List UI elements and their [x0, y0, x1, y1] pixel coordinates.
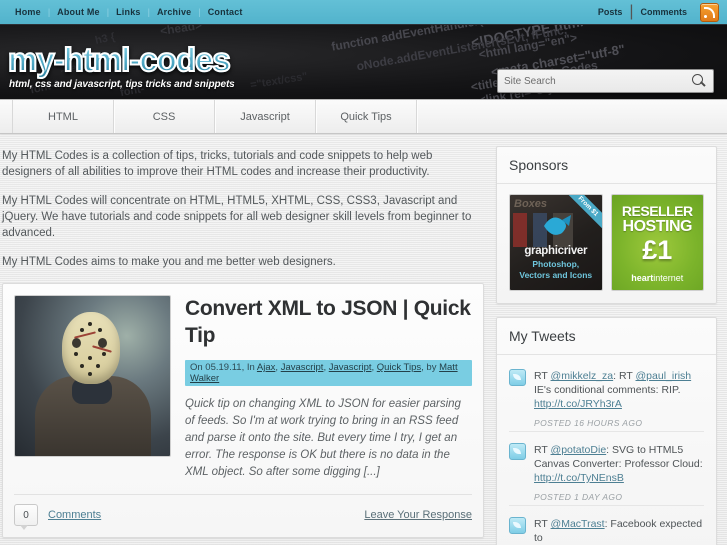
intro-paragraph-3: My HTML Codes aims to make you and me be…: [2, 256, 336, 268]
sponsor-ad-graphicriver[interactable]: Boxes graphicriver Photoshop, Vectors an…: [509, 194, 603, 291]
meta-category-quick-tips[interactable]: Quick Tips: [377, 362, 421, 373]
nav-link-links[interactable]: Links: [109, 7, 148, 17]
tweet-handle[interactable]: @potatoDie: [551, 444, 607, 456]
nav-link-comments[interactable]: Comments: [633, 7, 694, 17]
ad-brand-name: heartinternet: [612, 273, 704, 283]
twitter-icon: [509, 369, 526, 386]
tweet-item: RT @potatoDie: SVG to HTML5 Canvas Conve…: [509, 431, 704, 505]
nav-link-posts[interactable]: Posts: [591, 7, 630, 17]
article-card: Convert XML to JSON | Quick Tip On 05.19…: [2, 283, 484, 538]
sponsors-body: Boxes graphicriver Photoshop, Vectors an…: [497, 184, 716, 303]
tab-css[interactable]: CSS: [114, 100, 215, 133]
code-snippet: <head>: [159, 25, 203, 39]
article-title[interactable]: Convert XML to JSON | Quick Tip: [185, 295, 472, 349]
intro-text: My HTML Codes is a collection of tips, t…: [2, 148, 484, 270]
tweet-timestamp: POSTED 1 DAY AGO: [534, 492, 623, 502]
top-nav-links: Home | About Me | Links | Archive | Cont…: [8, 7, 250, 17]
ad-line-2: HOSTING: [622, 218, 693, 235]
site-header: <!DOCTYPE html> <html lang="en"> <meta c…: [0, 25, 727, 100]
tweet-prefix: RT: [534, 518, 551, 530]
tweet-handle[interactable]: @paul_irish: [636, 370, 692, 382]
search-input[interactable]: [498, 75, 689, 87]
nav-link-home[interactable]: Home: [8, 7, 48, 17]
ad-price: £1: [642, 235, 673, 265]
meta-category-javascript-1[interactable]: Javascript: [281, 362, 324, 373]
nav-link-archive[interactable]: Archive: [150, 7, 198, 17]
page-root: Home | About Me | Links | Archive | Cont…: [0, 0, 727, 545]
tweet-prefix: RT: [534, 370, 551, 382]
tweet-text: RT @potatoDie: SVG to HTML5 Canvas Conve…: [534, 443, 704, 485]
content-area: My HTML Codes is a collection of tips, t…: [0, 134, 727, 545]
tweet-link[interactable]: http://t.co/JRYh3rA: [534, 398, 622, 410]
article-footer: 0 Comments Leave Your Response: [14, 494, 472, 530]
intro-paragraph-2: My HTML Codes will concentrate on HTML, …: [2, 195, 472, 239]
meta-category-javascript-2[interactable]: Javascript: [329, 362, 372, 373]
article-meta: On 05.19.11, In Ajax, Javascript, Javasc…: [185, 360, 472, 386]
intro-paragraph-1: My HTML Codes is a collection of tips, t…: [2, 150, 433, 178]
tweets-title: My Tweets: [497, 318, 716, 355]
sidebar: Sponsors Boxes graphicriver Photoshop, V…: [496, 134, 727, 545]
article-excerpt: Quick tip on changing XML to JSON for ea…: [185, 398, 461, 478]
tweet-body: IE's conditional comments: RIP.: [534, 384, 681, 396]
tweets-widget: My Tweets RT @mikkelz_za: RT @paul_irish…: [496, 317, 717, 545]
tweets-body: RT @mikkelz_za: RT @paul_irish IE's cond…: [497, 355, 716, 545]
hockey-mask-icon: [62, 312, 120, 384]
article-thumbnail[interactable]: [14, 295, 171, 457]
tweet-prefix: RT: [534, 444, 551, 456]
top-navigation-bar: Home | About Me | Links | Archive | Cont…: [0, 0, 727, 25]
graphicriver-fish-icon: [544, 215, 571, 235]
tweet-mid: : RT: [613, 370, 636, 382]
ad-brand-name: graphicriver: [524, 245, 588, 257]
site-tagline: html, css and javascript, tips tricks an…: [9, 79, 235, 90]
ad-subtitle: Photoshop, Vectors and Icons: [510, 259, 602, 281]
meta-category-ajax[interactable]: Ajax: [257, 362, 275, 373]
code-snippet: ="text/css": [249, 70, 309, 92]
ad-brand-light: internet: [653, 273, 684, 283]
sponsors-title: Sponsors: [497, 147, 716, 184]
tab-quick-tips[interactable]: Quick Tips: [316, 100, 417, 133]
tab-javascript[interactable]: Javascript: [215, 100, 316, 133]
tweet-handle[interactable]: @MacTrast: [551, 518, 605, 530]
tab-html[interactable]: HTML: [12, 100, 114, 133]
rss-icon[interactable]: [700, 2, 719, 22]
ad-line-1: RESELLER: [621, 203, 693, 219]
twitter-icon: [509, 443, 526, 460]
sponsor-ads: Boxes graphicriver Photoshop, Vectors an…: [509, 194, 704, 291]
top-nav-feed-links: Posts | Comments: [591, 2, 719, 22]
ad-subtitle-line1: Photoshop,: [532, 259, 580, 269]
search-icon[interactable]: [689, 70, 709, 92]
category-tab-bar: HTML CSS Javascript Quick Tips: [0, 100, 727, 134]
nav-link-contact[interactable]: Contact: [201, 7, 250, 17]
ad-subtitle-line2: Vectors and Icons: [519, 270, 593, 280]
sponsor-ad-heart-internet[interactable]: RESELLER HOSTING £1 heartinternet: [610, 194, 704, 291]
comment-count-badge[interactable]: 0: [14, 504, 38, 530]
ad-brand-bold: heart: [631, 273, 654, 283]
tweet-handle[interactable]: @mikkelz_za: [551, 370, 614, 382]
tweet-item: RT @MacTrast: Facebook expected to: [509, 505, 704, 545]
tweet-timestamp: POSTED 16 HOURS AGO: [534, 418, 643, 428]
twitter-icon: [509, 517, 526, 534]
article-text: Convert XML to JSON | Quick Tip On 05.19…: [171, 295, 472, 481]
comments-link[interactable]: Comments: [48, 509, 101, 521]
meta-by-label: by: [426, 362, 437, 373]
tweet-link[interactable]: http://t.co/TyNEnsB: [534, 472, 624, 484]
leave-response-link[interactable]: Leave Your Response: [364, 509, 472, 521]
nav-link-about-me[interactable]: About Me: [50, 7, 107, 17]
sponsors-widget: Sponsors Boxes graphicriver Photoshop, V…: [496, 146, 717, 304]
meta-date-prefix: On 05.19.11, In: [190, 362, 255, 373]
tweet-item: RT @mikkelz_za: RT @paul_irish IE's cond…: [509, 365, 704, 431]
tweet-text: RT @MacTrast: Facebook expected to: [534, 517, 704, 545]
main-column: My HTML Codes is a collection of tips, t…: [0, 134, 496, 545]
site-logo[interactable]: my-html-codes: [7, 40, 232, 79]
search-box[interactable]: [497, 69, 714, 93]
ad-boxes-label: Boxes: [514, 198, 548, 210]
tweet-text: RT @mikkelz_za: RT @paul_irish IE's cond…: [534, 369, 704, 411]
